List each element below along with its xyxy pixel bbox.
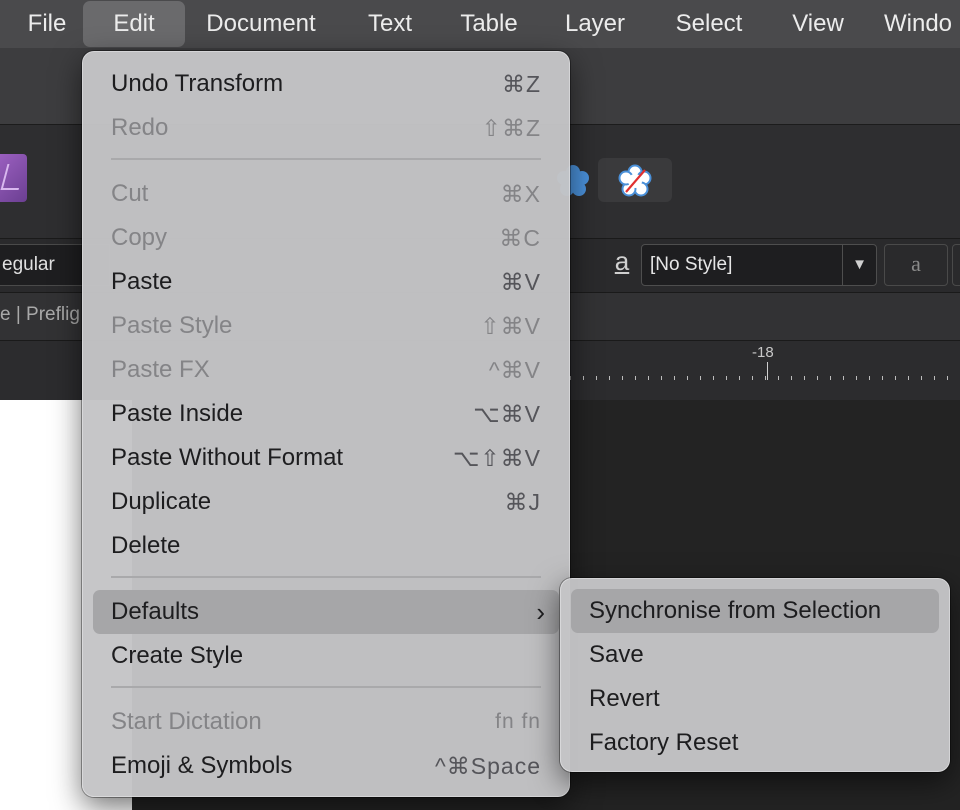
menu-separator (111, 158, 541, 160)
menu-item-delete[interactable]: Delete (93, 524, 559, 568)
menu-edit[interactable]: Edit (83, 1, 185, 47)
menu-item-label: Copy (111, 224, 168, 251)
menu-item-paste[interactable]: Paste ⌘V (93, 260, 559, 304)
menu-item-undo-transform[interactable]: Undo Transform ⌘Z (93, 62, 559, 106)
menu-separator (111, 686, 541, 688)
defaults-submenu: Synchronise from Selection Save Revert F… (560, 578, 950, 772)
character-glyph-button[interactable]: a (884, 244, 948, 286)
menu-item-label: Paste Without Format (111, 444, 344, 471)
menu-item-defaults[interactable]: Defaults › (93, 590, 559, 634)
menu-item-label: Factory Reset (589, 729, 739, 756)
character-style-icon: a (614, 246, 630, 276)
menu-item-label: Paste Inside (111, 400, 244, 427)
menu-item-shortcut: ^⌘V (488, 357, 541, 383)
menu-item-redo[interactable]: Redo ⇧⌘Z (93, 106, 559, 150)
menu-item-label: Paste Style (111, 312, 233, 339)
paragraph-style-select[interactable]: [No Style] ▼ (641, 244, 877, 286)
menu-item-label: Paste (111, 268, 173, 295)
menu-item-label: Create Style (111, 642, 244, 669)
menu-document[interactable]: Document (192, 0, 330, 48)
menu-item-shortcut: ⇧⌘Z (481, 115, 541, 141)
menu-view[interactable]: View (782, 0, 854, 48)
ruler-label: -18 (752, 344, 774, 361)
menu-item-label: Delete (111, 532, 181, 559)
chevron-right-icon: › (536, 597, 545, 627)
menu-table[interactable]: Table (450, 0, 528, 48)
menu-text[interactable]: Text (354, 0, 426, 48)
menu-item-label: Cut (111, 180, 149, 207)
menu-item-label: Emoji & Symbols (111, 752, 293, 779)
menu-item-shortcut: ⌘X (500, 181, 541, 207)
menu-item-paste-fx[interactable]: Paste FX ^⌘V (93, 348, 559, 392)
menu-item-label: Save (589, 641, 644, 668)
menu-item-shortcut: ⇧⌘V (480, 313, 541, 339)
document-tabs-text[interactable]: e | Preflig (0, 304, 80, 326)
menu-window[interactable]: Windo (884, 0, 960, 48)
menu-item-label: Start Dictation (111, 708, 262, 735)
menu-file[interactable]: File (14, 0, 80, 48)
menu-item-label: Duplicate (111, 488, 212, 515)
menu-item-paste-style[interactable]: Paste Style ⇧⌘V (93, 304, 559, 348)
submenu-item-factory-reset[interactable]: Factory Reset (571, 721, 939, 765)
submenu-item-save[interactable]: Save (571, 633, 939, 677)
menu-item-duplicate[interactable]: Duplicate ⌘J (93, 480, 559, 524)
menu-item-create-style[interactable]: Create Style (93, 634, 559, 678)
menu-item-copy[interactable]: Copy ⌘C (93, 216, 559, 260)
menu-item-paste-inside[interactable]: Paste Inside ⌥⌘V (93, 392, 559, 436)
menu-item-label: Synchronise from Selection (589, 597, 882, 624)
publisher-persona-icon[interactable] (0, 154, 27, 202)
menu-item-label: Undo Transform (111, 70, 284, 97)
menu-select[interactable]: Select (664, 0, 754, 48)
menu-item-start-dictation[interactable]: Start Dictation fn fn (93, 700, 559, 744)
menu-bar: File Edit Document Text Table Layer Sele… (0, 0, 960, 48)
menu-item-shortcut: fn fn (495, 710, 541, 733)
flower-no-fill-icon[interactable] (618, 164, 652, 198)
menu-separator (111, 576, 541, 578)
menu-item-paste-without-format[interactable]: Paste Without Format ⌥⇧⌘V (93, 436, 559, 480)
ruler-ticks (570, 370, 960, 380)
submenu-item-revert[interactable]: Revert (571, 677, 939, 721)
ruler-major-tick (767, 362, 768, 380)
menu-item-shortcut: ⌥⌘V (473, 401, 541, 427)
paragraph-style-value: [No Style] (650, 254, 733, 275)
chevron-down-icon[interactable]: ▼ (842, 245, 876, 285)
toolbar-button-partial[interactable] (952, 244, 960, 286)
edit-menu: Undo Transform ⌘Z Redo ⇧⌘Z Cut ⌘X Copy ⌘… (82, 51, 570, 797)
menu-item-shortcut: ⌘Z (501, 71, 541, 97)
menu-item-shortcut: ^⌘Space (434, 753, 541, 779)
submenu-item-synchronise-from-selection[interactable]: Synchronise from Selection (571, 589, 939, 633)
menu-item-shortcut: ⌘C (499, 225, 541, 251)
menu-item-shortcut: ⌥⇧⌘V (452, 445, 541, 471)
menu-item-label: Revert (589, 685, 660, 712)
menu-layer[interactable]: Layer (554, 0, 636, 48)
menu-item-cut[interactable]: Cut ⌘X (93, 172, 559, 216)
menu-item-shortcut: ⌘J (504, 489, 541, 515)
menu-item-label: Paste FX (111, 356, 210, 383)
menu-item-shortcut: ⌘V (500, 269, 541, 295)
menu-item-emoji-symbols[interactable]: Emoji & Symbols ^⌘Space (93, 744, 559, 788)
menu-item-label: Redo (111, 114, 169, 141)
menu-item-label: Defaults (111, 598, 200, 625)
